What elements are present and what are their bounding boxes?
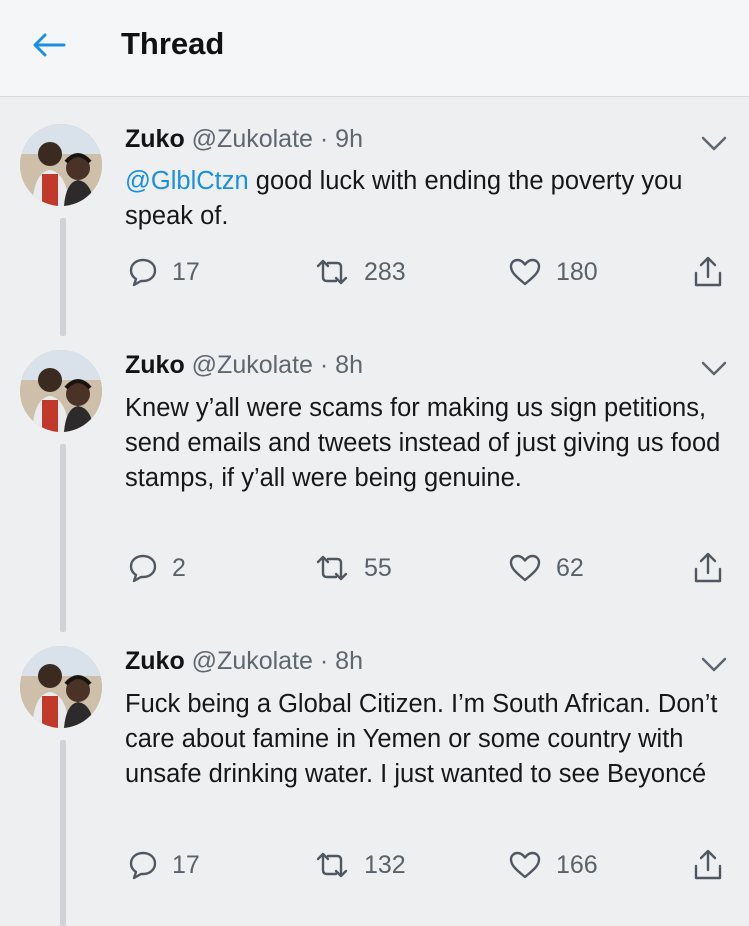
author-name[interactable]: Zuko (125, 351, 185, 379)
like-icon (509, 554, 541, 582)
back-arrow-icon[interactable] (30, 30, 68, 60)
tweet-actions: 2 55 62 (128, 550, 728, 586)
thread-connector (60, 218, 66, 336)
like-count: 166 (556, 850, 598, 879)
share-icon (694, 849, 722, 880)
reply-button[interactable]: 17 (128, 254, 200, 290)
like-button[interactable]: 62 (508, 550, 584, 586)
share-icon (694, 256, 722, 287)
separator: · (319, 125, 329, 153)
tweet-time[interactable]: 9h (335, 125, 363, 153)
retweet-button[interactable]: 132 (314, 847, 406, 883)
chevron-down-icon[interactable] (700, 656, 728, 674)
chevron-down-icon[interactable] (700, 360, 728, 378)
tweet-body: Knew y’all were scams for making us sign… (125, 394, 721, 492)
retweet-count: 283 (364, 257, 406, 286)
reply-count: 2 (172, 553, 186, 582)
share-icon (694, 552, 722, 583)
retweet-icon (316, 555, 348, 581)
mention-link[interactable]: @GlblCtzn (125, 167, 249, 195)
author-handle[interactable]: @Zukolate (192, 351, 313, 379)
retweet-icon (316, 852, 348, 878)
tweet-body: Fuck being a Global Citizen. I’m South A… (125, 690, 718, 788)
reply-icon (129, 258, 157, 287)
author-name[interactable]: Zuko (125, 125, 185, 153)
reply-count: 17 (172, 850, 200, 879)
like-count: 180 (556, 257, 598, 286)
retweet-count: 55 (364, 553, 392, 582)
author-name[interactable]: Zuko (125, 647, 185, 675)
like-icon (509, 851, 541, 879)
tweet-time[interactable]: 8h (335, 351, 363, 379)
chevron-down-icon[interactable] (700, 135, 728, 153)
thread-header: Thread (0, 0, 749, 97)
like-button[interactable]: 180 (508, 254, 598, 290)
tweet-header: Zuko @Zukolate · 8h (125, 647, 363, 676)
reply-icon (129, 851, 157, 880)
reply-icon (129, 554, 157, 583)
retweet-button[interactable]: 55 (314, 550, 392, 586)
like-count: 62 (556, 553, 584, 582)
tweet-actions: 17 283 180 (128, 254, 728, 290)
author-handle[interactable]: @Zukolate (192, 125, 313, 153)
retweet-button[interactable]: 283 (314, 254, 406, 290)
share-button[interactable] (692, 550, 724, 586)
like-icon (509, 258, 541, 286)
page-title: Thread (121, 26, 225, 61)
like-button[interactable]: 166 (508, 847, 598, 883)
avatar[interactable] (20, 350, 102, 432)
tweet-text: Knew y’all were scams for making us sign… (125, 391, 735, 496)
avatar[interactable] (20, 646, 102, 728)
reply-button[interactable]: 17 (128, 847, 200, 883)
tweet-text: @GlblCtzn good luck with ending the pove… (125, 164, 735, 234)
thread-connector (60, 444, 66, 632)
tweet-time[interactable]: 8h (335, 647, 363, 675)
author-handle[interactable]: @Zukolate (192, 647, 313, 675)
retweet-count: 132 (364, 850, 406, 879)
thread-connector (60, 740, 66, 926)
reply-count: 17 (172, 257, 200, 286)
share-button[interactable] (692, 847, 724, 883)
tweet-header: Zuko @Zukolate · 9h (125, 125, 363, 154)
tweet-text: Fuck being a Global Citizen. I’m South A… (125, 687, 735, 792)
separator: · (319, 647, 329, 675)
tweet-actions: 17 132 166 (128, 847, 728, 883)
avatar[interactable] (20, 124, 102, 206)
separator: · (319, 351, 329, 379)
tweet-header: Zuko @Zukolate · 8h (125, 351, 363, 380)
reply-button[interactable]: 2 (128, 550, 186, 586)
share-button[interactable] (692, 254, 724, 290)
retweet-icon (316, 259, 348, 285)
